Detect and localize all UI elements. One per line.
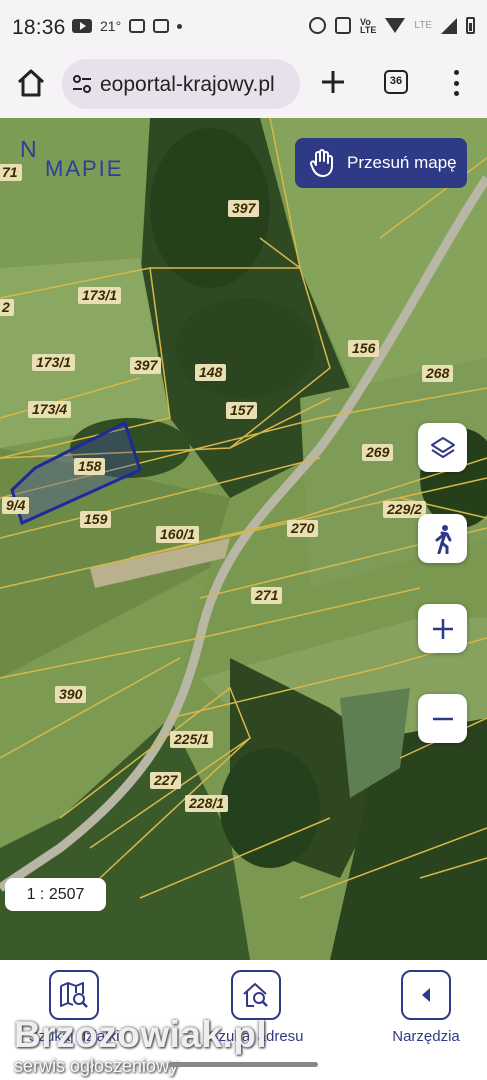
parcel-label[interactable]: 271 <box>251 587 283 604</box>
parcel-label[interactable]: 229/2 <box>383 501 427 518</box>
plus-icon[interactable] <box>318 67 348 97</box>
tabs-icon[interactable]: 36 <box>384 70 408 94</box>
status-left-icons: 21° <box>72 18 183 34</box>
alarm-icon <box>309 17 327 34</box>
dot-icon <box>177 23 183 29</box>
parcel-label[interactable]: 268 <box>422 365 454 382</box>
parcel-label[interactable]: 156 <box>348 340 380 357</box>
chevron-left-icon[interactable] <box>401 970 451 1020</box>
parcel-label[interactable]: 270 <box>287 520 319 537</box>
hand-icon <box>309 149 333 177</box>
parcel-label[interactable]: 227 <box>150 772 182 789</box>
parcel-label[interactable]: 71 <box>0 164 22 181</box>
logo-mapie: MAPIE <box>45 156 124 181</box>
parcel-label[interactable]: 160/1 <box>156 526 200 543</box>
nav-tools[interactable]: Narzędzia <box>361 970 487 1045</box>
youtube-icon <box>72 19 92 33</box>
parcel-label[interactable]: 2 <box>0 299 14 316</box>
parcel-label[interactable]: 157 <box>226 402 258 419</box>
parcel-label[interactable]: 173/4 <box>28 401 72 418</box>
volte-icon: Vo LTE <box>360 16 377 35</box>
selected-parcel-label[interactable]: 158 <box>74 458 106 475</box>
temperature-text: 21° <box>100 18 122 34</box>
status-right-icons: Vo LTE LTE <box>309 17 475 34</box>
url-bar[interactable]: eoportal-krajowy.pl <box>62 59 300 109</box>
nav-tools-label: Narzędzia <box>392 1028 460 1045</box>
network-label: LTE <box>414 20 432 31</box>
zoom-in-button[interactable] <box>418 604 467 653</box>
zoom-in-icon <box>432 618 453 639</box>
parcel-label[interactable]: 173/1 <box>32 354 76 371</box>
url-text[interactable]: eoportal-krajowy.pl <box>100 73 296 97</box>
map-view[interactable]: 71 397 173/1 2 173/1 397 148 156 268 173… <box>0 118 487 960</box>
wifi-icon <box>385 18 406 33</box>
message-icon <box>129 19 146 33</box>
watermark-brand: Brzozowiak.pl <box>14 1014 268 1055</box>
zoom-out-icon <box>432 717 453 720</box>
browser-toolbar: eoportal-krajowy.pl 36 <box>0 56 487 118</box>
layers-button[interactable] <box>418 423 467 472</box>
home-icon[interactable] <box>14 66 48 100</box>
street-view-button[interactable] <box>418 514 467 563</box>
parcel-label[interactable]: 228/1 <box>185 795 229 812</box>
parcel-label[interactable]: 225/1 <box>170 731 214 748</box>
status-time: 18:36 <box>12 16 66 39</box>
layers-icon <box>430 436 455 458</box>
map-scale: 1 : 2507 <box>5 878 106 911</box>
nfc-icon <box>335 17 352 34</box>
aerial-imagery <box>0 118 487 960</box>
home-indicator[interactable] <box>168 1062 318 1067</box>
parcel-label[interactable]: 173/1 <box>78 287 122 304</box>
parcel-label[interactable]: 159 <box>80 511 112 528</box>
map-search-icon[interactable] <box>49 970 99 1020</box>
site-info-icon[interactable] <box>72 74 92 94</box>
parcel-label[interactable]: 269 <box>362 444 394 461</box>
move-map-button[interactable]: Przesuń mapę <box>295 138 467 188</box>
app-logo: N MAPIE <box>20 134 140 181</box>
home-search-icon[interactable] <box>231 970 281 1020</box>
zoom-out-button[interactable] <box>418 694 467 743</box>
parcel-label[interactable]: 9/4 <box>2 497 30 514</box>
parcel-label[interactable]: 397 <box>228 200 260 217</box>
message-icon <box>153 19 170 33</box>
street-view-icon <box>435 524 451 554</box>
parcel-label[interactable]: 397 <box>130 357 162 374</box>
status-bar: 18:36 21° Vo LTE LTE <box>0 0 487 56</box>
logo-na: N <box>20 136 38 162</box>
parcel-label[interactable]: 148 <box>195 364 227 381</box>
battery-icon <box>466 17 475 34</box>
watermark-tagline: serwis ogłoszeniowy <box>14 1056 179 1076</box>
more-vert-icon[interactable] <box>446 68 466 98</box>
move-map-label: Przesuń mapę <box>347 153 457 172</box>
signal-icon <box>441 17 457 34</box>
parcel-label[interactable]: 390 <box>55 686 87 703</box>
